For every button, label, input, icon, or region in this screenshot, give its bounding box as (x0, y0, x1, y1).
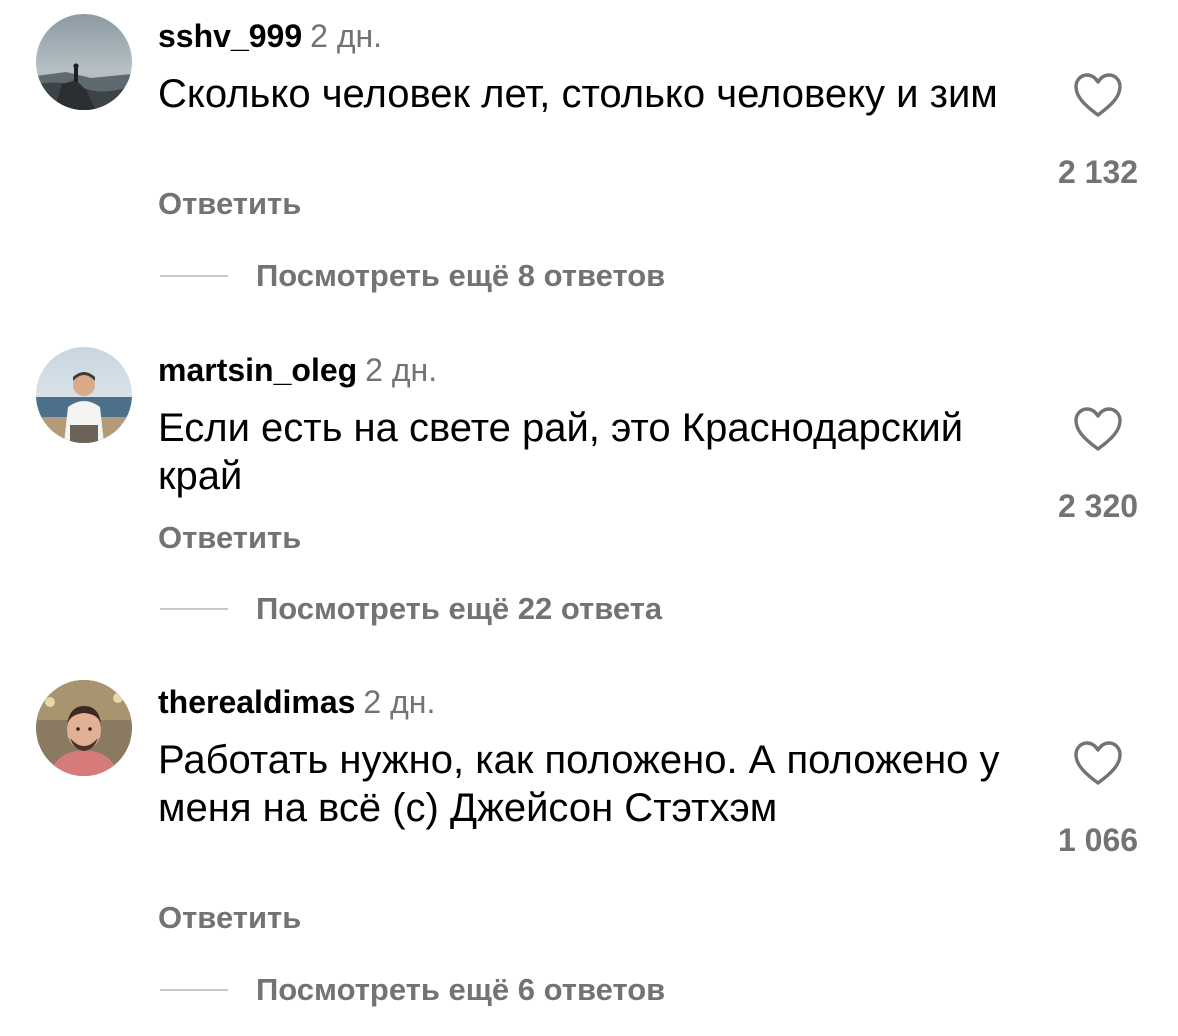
comment-text: Если есть на свете рай, это Краснодарски… (158, 406, 964, 498)
comment-header: sshv_999 2 дн. (158, 16, 382, 56)
comment-header: martsin_oleg 2 дн. (158, 350, 437, 390)
view-more-replies-label: Посмотреть ещё 8 ответов (256, 258, 666, 293)
username[interactable]: sshv_999 (158, 18, 302, 54)
comment-time: 2 дн. (310, 18, 383, 54)
comment-header: therealdimas 2 дн. (158, 682, 435, 722)
like-count: 2 132 (1057, 154, 1139, 190)
like-block: 1 066 (1040, 740, 1156, 860)
username[interactable]: therealdimas (158, 684, 355, 720)
landscape-avatar-icon (36, 14, 132, 110)
avatar[interactable] (36, 14, 132, 110)
portrait-avatar-icon (36, 680, 132, 776)
divider-line (160, 989, 228, 991)
heart-icon[interactable] (1073, 72, 1123, 118)
like-count: 2 320 (1057, 488, 1139, 524)
reply-button[interactable]: Ответить (158, 184, 301, 224)
username[interactable]: martsin_oleg (158, 352, 357, 388)
view-more-replies[interactable]: Посмотреть ещё 22 ответа (160, 589, 662, 629)
avatar[interactable] (36, 347, 132, 443)
view-more-replies[interactable]: Посмотреть ещё 6 ответов (160, 970, 665, 1010)
reply-button[interactable]: Ответить (158, 898, 301, 938)
avatar[interactable] (36, 680, 132, 776)
comment-text: Работать нужно, как положено. А положено… (158, 738, 1000, 830)
like-count: 1 066 (1057, 822, 1139, 858)
comment-time: 2 дн. (363, 684, 436, 720)
heart-icon[interactable] (1073, 740, 1123, 786)
like-block: 2 132 (1040, 72, 1156, 192)
view-more-replies[interactable]: Посмотреть ещё 8 ответов (160, 256, 665, 296)
person-sea-avatar-icon (36, 347, 132, 443)
divider-line (160, 608, 228, 610)
reply-button[interactable]: Ответить (158, 518, 301, 558)
heart-icon[interactable] (1073, 406, 1123, 452)
view-more-replies-label: Посмотреть ещё 22 ответа (256, 591, 663, 626)
divider-line (160, 275, 228, 277)
comment-text: Сколько человек лет, столько человеку и … (158, 72, 998, 116)
like-block: 2 320 (1040, 406, 1156, 526)
view-more-replies-label: Посмотреть ещё 6 ответов (256, 972, 666, 1007)
comment-time: 2 дн. (365, 352, 438, 388)
